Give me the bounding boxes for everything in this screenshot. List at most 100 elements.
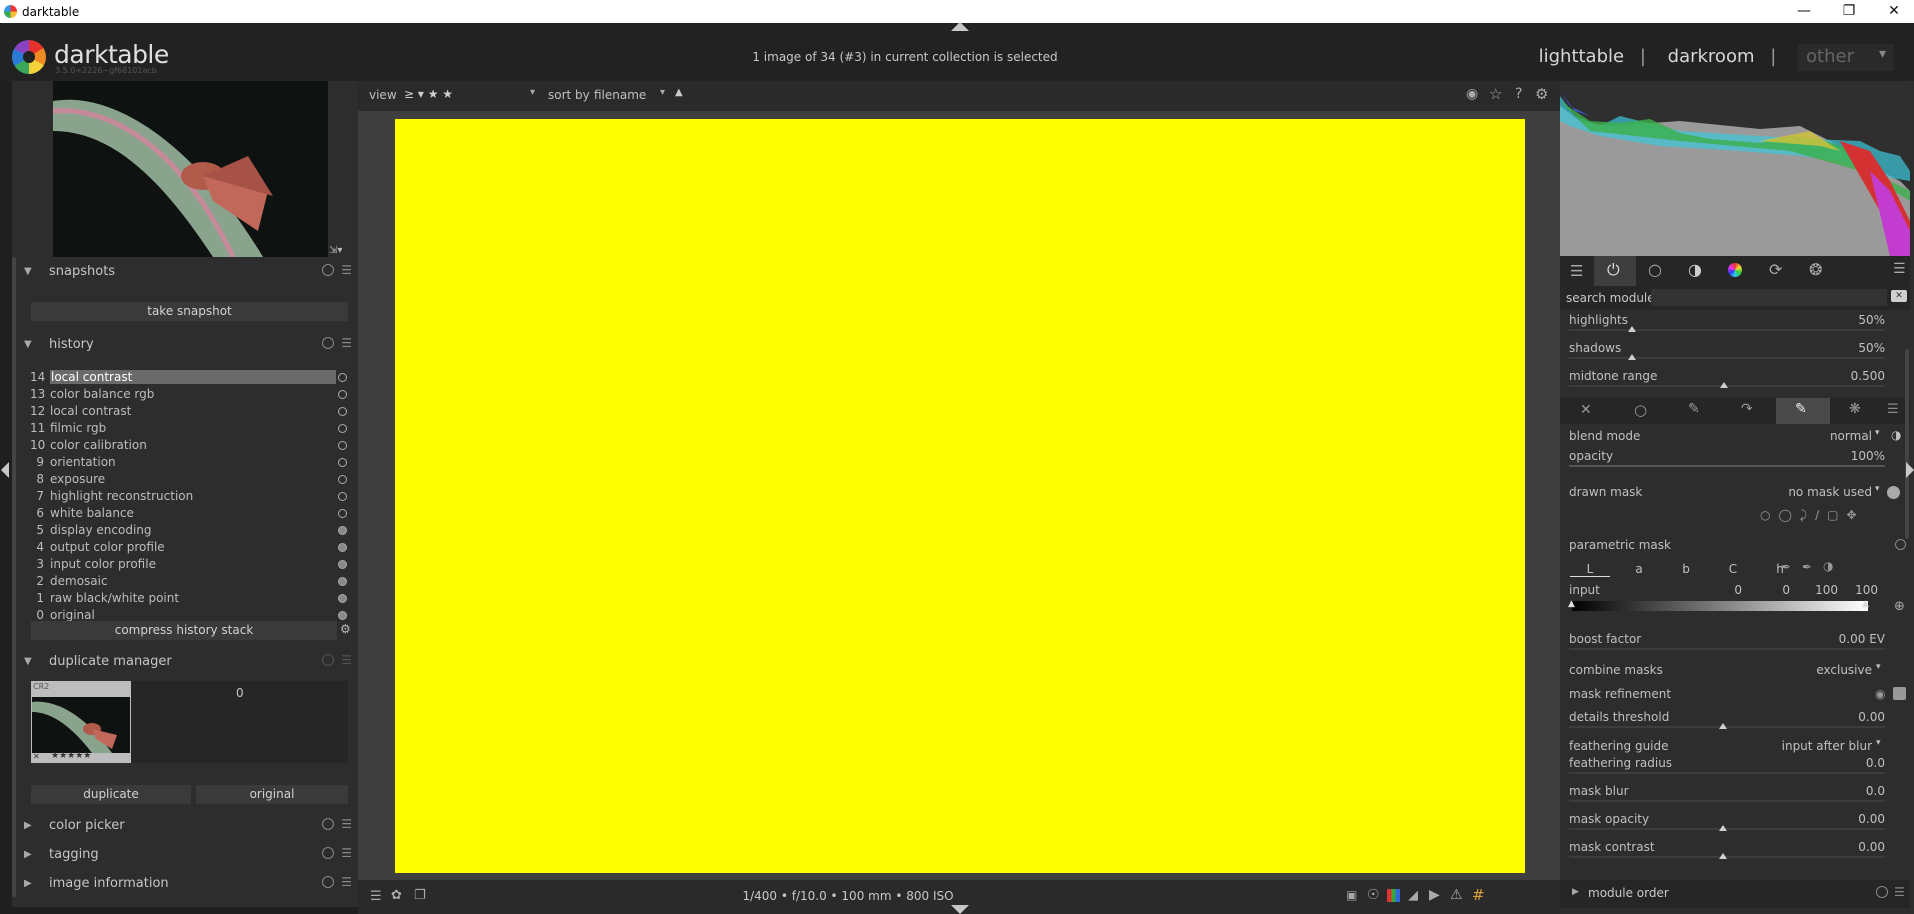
tone-slider-track[interactable] xyxy=(1569,357,1885,359)
softproof-icon[interactable] xyxy=(1387,889,1400,902)
mask-blur-slider[interactable]: mask blur 0.0 xyxy=(1569,784,1885,806)
star-overlay-icon[interactable]: ☆ xyxy=(1489,85,1502,103)
channel-tab[interactable]: C xyxy=(1723,562,1743,576)
raster-mask-icon[interactable]: ❋ xyxy=(1849,401,1861,417)
channel-tab[interactable]: a xyxy=(1629,562,1649,576)
feathering-guide-dropdown[interactable]: input after blur xyxy=(1750,739,1872,753)
color-wheel-icon[interactable] xyxy=(1728,263,1742,277)
quick-access-panel-icon[interactable]: ☰ xyxy=(1570,262,1583,280)
mask-contrast-marker[interactable] xyxy=(1719,853,1727,859)
base-circle-icon[interactable]: ○ xyxy=(1648,260,1662,279)
right-panel-scrollbar[interactable] xyxy=(1905,349,1909,539)
tone-slider[interactable]: midtone range 0.500 xyxy=(1569,369,1885,391)
collapse-top-panel-icon[interactable] xyxy=(951,22,969,31)
reset-icon[interactable] xyxy=(322,847,334,859)
mask-opacity-track[interactable] xyxy=(1569,828,1885,830)
chevron-down-icon[interactable]: ▾ xyxy=(1875,484,1880,494)
mask-opacity-marker[interactable] xyxy=(1719,825,1727,831)
help-icon[interactable]: ? xyxy=(1515,86,1522,102)
boost-factor-slider[interactable]: boost factor 0.00 EV xyxy=(1569,632,1885,654)
uniform-blend-icon[interactable]: ○ xyxy=(1634,401,1647,419)
info-icon[interactable] xyxy=(1895,539,1906,550)
drawn-mask-icon[interactable]: ✎ xyxy=(1688,401,1700,417)
duplicate-entry[interactable]: CR2 ✕ ★★★★★ 0 xyxy=(31,681,348,763)
history-item[interactable]: 5 display encoding xyxy=(30,523,350,540)
reverse-icon[interactable]: ◑ xyxy=(1891,428,1901,442)
mask-display-icon[interactable] xyxy=(1893,687,1906,700)
history-header[interactable]: ▼ history ☰ xyxy=(12,332,358,358)
focus-peaking-icon[interactable]: ▣ xyxy=(1346,888,1357,902)
chevron-down-icon[interactable]: ▾ xyxy=(660,87,665,98)
clear-search-icon[interactable]: ✕ xyxy=(1891,290,1907,302)
feathering-radius-slider[interactable]: feathering radius 0.0 xyxy=(1569,756,1885,778)
add-icon[interactable]: ⊕ xyxy=(1894,599,1905,614)
chevron-down-icon[interactable]: ▾ xyxy=(1875,428,1880,438)
presets-icon[interactable]: ☰ xyxy=(341,653,352,667)
tone-slider-marker[interactable] xyxy=(1719,382,1728,388)
presets-icon[interactable]: ☰ xyxy=(341,817,352,831)
view-lighttable[interactable]: lighttable xyxy=(1539,46,1624,67)
chevron-down-icon[interactable]: ▾ xyxy=(1876,662,1881,672)
tone-half-circle-icon[interactable]: ◑ xyxy=(1688,260,1702,279)
compress-history-button[interactable]: compress history stack xyxy=(31,621,337,640)
sort-order-icon[interactable]: ▲ xyxy=(675,87,683,98)
history-item[interactable]: 11 filmic rgb xyxy=(30,421,350,438)
details-threshold-slider[interactable]: details threshold 0.00 xyxy=(1569,710,1885,732)
mask-contrast-track[interactable] xyxy=(1569,856,1885,858)
reset-icon[interactable] xyxy=(322,876,334,888)
input-marker-left[interactable]: ▲ xyxy=(1568,599,1575,609)
chevron-down-icon[interactable]: ▾ xyxy=(1876,738,1881,748)
tone-slider-marker[interactable] xyxy=(1628,354,1637,360)
input-marker-right[interactable]: ▲ xyxy=(1862,599,1869,609)
color-picker-header[interactable]: ▶ color picker ☰ xyxy=(12,813,358,839)
left-panel-scrollbar[interactable] xyxy=(12,257,16,897)
opacity-track[interactable] xyxy=(1569,465,1885,467)
restore-button[interactable]: ❐ xyxy=(1827,0,1871,23)
history-item[interactable]: 14 local contrast xyxy=(30,370,350,387)
rating-filter-dropdown[interactable]: ≥ ▾ ★ ★ xyxy=(404,87,542,103)
snapshots-header[interactable]: ▼ snapshots ☰ xyxy=(12,259,358,285)
blend-mode-dropdown[interactable]: normal xyxy=(1812,429,1872,443)
quick-access-icon[interactable]: ☰ xyxy=(370,889,382,904)
details-threshold-marker[interactable] xyxy=(1719,723,1727,729)
navigation-thumbnail[interactable] xyxy=(53,81,328,257)
history-item[interactable]: 2 demosaic xyxy=(30,574,350,591)
collapse-left-panel-icon[interactable] xyxy=(1,462,9,478)
history-item[interactable]: 8 exposure xyxy=(30,472,350,489)
overexposed-icon[interactable]: ▶ xyxy=(1429,887,1440,903)
view-darkroom[interactable]: darkroom xyxy=(1668,46,1755,67)
power-icon[interactable]: ⏻ xyxy=(1607,260,1620,280)
minimize-button[interactable]: — xyxy=(1782,0,1826,23)
history-item[interactable]: 1 raw black/white point xyxy=(30,591,350,608)
duplicate-button[interactable]: duplicate xyxy=(31,785,191,804)
reset-icon[interactable] xyxy=(322,264,334,276)
invert-icon[interactable]: ◑ xyxy=(1823,559,1833,573)
drawn-parametric-icon[interactable]: ✎ xyxy=(1795,401,1807,417)
presets-icon[interactable]: ☰ xyxy=(341,263,352,277)
picker-icon[interactable]: ✒ xyxy=(1781,560,1791,574)
copy-history-icon[interactable]: ⚙ xyxy=(340,622,354,638)
presets-icon[interactable]: ☰ xyxy=(341,846,352,860)
duplicate-thumbnail[interactable]: CR2 ✕ ★★★★★ xyxy=(31,681,131,763)
show-mask-icon[interactable] xyxy=(1887,486,1900,499)
tagging-header[interactable]: ▶ tagging ☰ xyxy=(12,842,358,868)
reset-icon[interactable] xyxy=(322,818,334,830)
bulb-icon[interactable]: ☉ xyxy=(1367,887,1380,903)
sort-field-dropdown[interactable]: filename xyxy=(594,88,664,102)
mask-blur-track[interactable] xyxy=(1569,800,1885,802)
combine-masks-dropdown[interactable]: exclusive xyxy=(1782,663,1872,677)
gear-icon[interactable]: ⚙ xyxy=(1535,85,1548,103)
gamut-check-icon[interactable]: ◢ xyxy=(1408,888,1418,903)
duplicate-manager-header[interactable]: ▼ duplicate manager ☰ xyxy=(12,649,358,675)
history-item[interactable]: 4 output color profile xyxy=(30,540,350,557)
warning-icon[interactable]: ⚠ xyxy=(1450,887,1463,903)
tone-slider[interactable]: highlights 50% xyxy=(1569,313,1885,335)
presets-icon[interactable]: ☰ xyxy=(341,875,352,889)
effect-circle-icon[interactable]: ❂ xyxy=(1809,260,1822,279)
boost-factor-track[interactable] xyxy=(1569,648,1885,650)
reset-icon[interactable] xyxy=(322,654,334,666)
close-button[interactable]: ✕ xyxy=(1872,0,1914,23)
input-gradient-slider[interactable] xyxy=(1572,601,1868,611)
eye-icon[interactable]: ◉ xyxy=(1875,687,1885,701)
parametric-mask-icon[interactable]: ↷ xyxy=(1741,401,1753,417)
